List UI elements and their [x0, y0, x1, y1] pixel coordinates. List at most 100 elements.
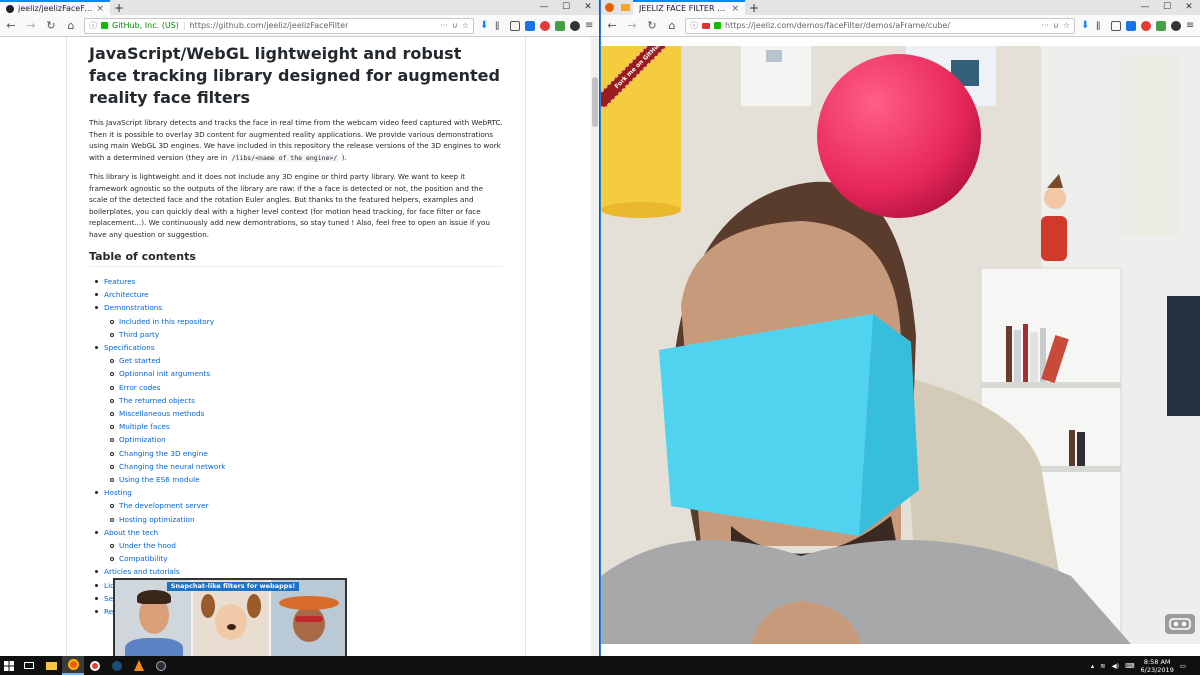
- toc-link[interactable]: Hosting optimization: [89, 513, 503, 526]
- extension-red-icon[interactable]: [1141, 20, 1151, 31]
- tab-github[interactable]: jeeliz/jeelizFaceFilter: Javascript/WebG…: [0, 0, 110, 15]
- bookmark-star-icon[interactable]: ☆: [462, 21, 469, 30]
- toc-link[interactable]: Under the hood: [89, 539, 503, 552]
- language-icon[interactable]: ⌨: [1125, 662, 1134, 670]
- toc-link[interactable]: Features: [89, 275, 503, 288]
- extension-green-icon[interactable]: [555, 20, 565, 31]
- banner-label: Snapchat-like filters for webapps!: [167, 582, 299, 591]
- toc-link[interactable]: Changing the 3D engine: [89, 447, 503, 460]
- menu-icon[interactable]: ≡: [585, 20, 595, 31]
- scrollbar-thumb[interactable]: [592, 77, 598, 127]
- minimize-icon[interactable]: —: [533, 0, 555, 15]
- home-icon[interactable]: ⌂: [64, 19, 78, 32]
- toc-link[interactable]: Third party: [89, 328, 503, 341]
- info-icon[interactable]: ⓘ: [89, 20, 97, 31]
- pocket-icon[interactable]: ⊍: [1053, 21, 1059, 30]
- url-bar[interactable]: ⓘ GitHub, Inc. (US) | https://github.com…: [84, 17, 474, 34]
- minimize-icon[interactable]: —: [1134, 0, 1156, 15]
- reload-icon[interactable]: ↻: [645, 19, 659, 32]
- camera-permission-icon[interactable]: [702, 22, 710, 29]
- scrollbar[interactable]: [591, 37, 599, 656]
- vlc-taskbar-button[interactable]: [128, 656, 150, 675]
- ar-sphere: [817, 54, 981, 218]
- toc-link[interactable]: Multiple faces: [89, 420, 503, 433]
- pocket-icon[interactable]: ⊍: [452, 21, 458, 30]
- new-tab-button[interactable]: +: [110, 0, 128, 15]
- toc-link[interactable]: Miscellaneous methods: [89, 407, 503, 420]
- extension-blue-icon[interactable]: [1126, 20, 1136, 31]
- pinned-tab-folder[interactable]: [617, 0, 633, 15]
- obs-taskbar-button[interactable]: [150, 656, 172, 675]
- toc-link[interactable]: Get started: [89, 354, 503, 367]
- toc-link[interactable]: Error codes: [89, 381, 503, 394]
- book: [1077, 432, 1085, 466]
- extension-blue-icon[interactable]: [525, 20, 535, 31]
- intro-paragraph: This JavaScript library detects and trac…: [89, 117, 503, 164]
- folder-icon: [45, 661, 57, 670]
- new-tab-button[interactable]: +: [745, 0, 763, 15]
- steam-taskbar-button[interactable]: [106, 656, 128, 675]
- more-actions-icon[interactable]: ···: [440, 21, 448, 30]
- maximize-icon[interactable]: ☐: [1156, 0, 1178, 15]
- url-bar[interactable]: ⓘ https://jeeliz.com/demos/faceFilter/de…: [685, 17, 1075, 34]
- toc-link[interactable]: Optimization: [89, 433, 503, 446]
- toc-link[interactable]: The development server: [89, 499, 503, 512]
- info-icon[interactable]: ⓘ: [690, 20, 698, 31]
- download-icon[interactable]: ⬇: [1081, 20, 1091, 31]
- sidebar-icon[interactable]: [510, 20, 520, 31]
- toc-link[interactable]: Changing the neural network: [89, 460, 503, 473]
- tab-jeeliz-demo[interactable]: JEELIZ FACE FILTER : A-FRAME CUBE ×: [633, 0, 745, 15]
- webcam-ar-canvas[interactable]: Fork me on GitHub: [601, 46, 1200, 644]
- toc-link[interactable]: Architecture: [89, 288, 503, 301]
- toc-link[interactable]: Hosting: [89, 486, 503, 499]
- toc-link[interactable]: Compatibility: [89, 552, 503, 565]
- maximize-icon[interactable]: ☐: [555, 0, 577, 15]
- nav-bar: ← → ↻ ⌂ ⓘ GitHub, Inc. (US) | https://gi…: [0, 15, 599, 37]
- download-icon[interactable]: ⬇: [480, 20, 490, 31]
- close-tab-icon[interactable]: ×: [731, 4, 739, 14]
- lock-icon: [101, 22, 108, 29]
- toc-link[interactable]: The returned objects: [89, 394, 503, 407]
- toc-link[interactable]: Demonstrations: [89, 301, 503, 314]
- toc-link[interactable]: Specifications: [89, 341, 503, 354]
- back-icon[interactable]: ←: [4, 19, 18, 32]
- firefox-taskbar-button[interactable]: [62, 656, 84, 675]
- sidebar-icon[interactable]: [1111, 20, 1121, 31]
- clock[interactable]: 8:58 AM 6/23/2019: [1141, 658, 1174, 674]
- extension-red-icon[interactable]: [540, 20, 550, 31]
- toc-link[interactable]: Using the ES6 module: [89, 473, 503, 486]
- menu-icon[interactable]: ≡: [1186, 20, 1196, 31]
- start-button[interactable]: [0, 656, 18, 675]
- close-window-icon[interactable]: ✕: [1178, 0, 1200, 15]
- home-icon[interactable]: ⌂: [665, 19, 679, 32]
- reload-icon[interactable]: ↻: [44, 19, 58, 32]
- library-icon[interactable]: ǁ: [495, 21, 505, 31]
- close-window-icon[interactable]: ✕: [577, 0, 599, 15]
- shelf-board: [981, 382, 1121, 388]
- extension-cat-icon[interactable]: [570, 20, 580, 31]
- extension-cat-icon[interactable]: [1171, 20, 1181, 31]
- wifi-icon[interactable]: ≋: [1100, 662, 1105, 670]
- forward-icon[interactable]: →: [625, 19, 639, 32]
- pinned-tab-firefox[interactable]: [601, 0, 617, 15]
- task-view-button[interactable]: [18, 656, 40, 675]
- toc-link[interactable]: About the tech: [89, 526, 503, 539]
- notifications-icon[interactable]: ▭: [1180, 662, 1186, 670]
- library-icon[interactable]: ǁ: [1096, 21, 1106, 31]
- forward-icon[interactable]: →: [24, 19, 38, 32]
- close-tab-icon[interactable]: ×: [96, 4, 104, 14]
- volume-icon[interactable]: ◀): [1112, 662, 1120, 670]
- back-icon[interactable]: ←: [605, 19, 619, 32]
- more-actions-icon[interactable]: ···: [1041, 21, 1049, 30]
- toc-link[interactable]: Optionnal init arguments: [89, 367, 503, 380]
- toc-link[interactable]: Articles and tutorials: [89, 565, 503, 578]
- network-icon[interactable]: ▴: [1091, 662, 1094, 670]
- file-explorer-button[interactable]: [40, 656, 62, 675]
- dog-ear-right: [247, 594, 261, 618]
- chrome-taskbar-button[interactable]: [84, 656, 106, 675]
- bookmark-star-icon[interactable]: ☆: [1063, 21, 1070, 30]
- extension-green-icon[interactable]: [1156, 20, 1166, 31]
- vr-mode-button[interactable]: [1165, 614, 1195, 634]
- toc-link[interactable]: Included in this repository: [89, 315, 503, 328]
- clock-time: 8:58 AM: [1143, 657, 1171, 666]
